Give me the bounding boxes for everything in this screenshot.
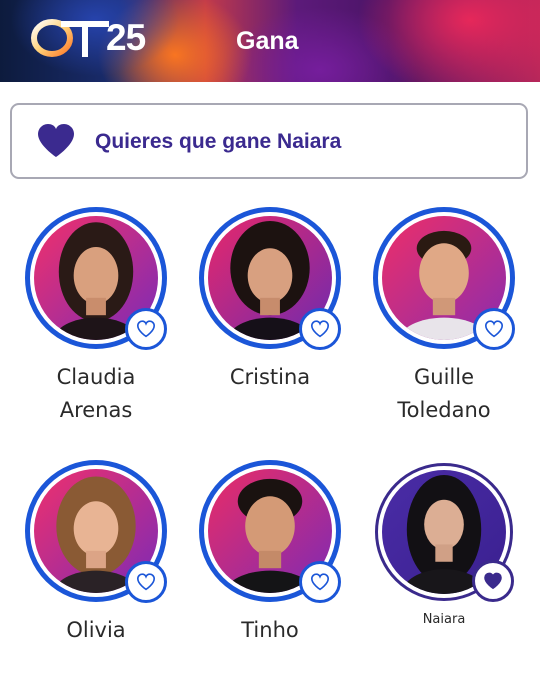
candidate-name: Claudia Arenas: [56, 365, 136, 422]
ot25-logo: 25: [30, 16, 152, 60]
page-title: Gana: [236, 27, 299, 55]
candidate-card-tinho[interactable]: Tinho: [185, 460, 355, 680]
heart-outline-icon: [310, 573, 330, 591]
candidate-card-cristina[interactable]: Cristina: [185, 207, 355, 427]
heart-outline-icon: [484, 320, 504, 338]
candidate-card-guille-toledano[interactable]: Guille Toledano: [359, 207, 529, 427]
candidate-name: Tinho: [241, 618, 299, 642]
candidate-card-naiara[interactable]: Naiara: [359, 460, 529, 680]
candidate-name: Naiara: [422, 612, 466, 627]
vote-heart-button[interactable]: [299, 308, 341, 350]
vote-heart-button[interactable]: [299, 561, 341, 603]
candidate-card-olivia[interactable]: Olivia: [11, 460, 181, 680]
candidate-card-claudia-arenas[interactable]: Claudia Arenas: [11, 207, 181, 427]
vote-heart-button[interactable]: [472, 560, 514, 602]
candidate-name: Cristina: [229, 365, 311, 389]
vote-heart-button[interactable]: [125, 561, 167, 603]
heart-outline-icon: [136, 320, 156, 338]
vote-status-banner: Quieres que gane Naiara: [10, 103, 528, 179]
candidate-name: Olivia: [66, 618, 126, 642]
app-header: 25 Gana: [0, 0, 540, 82]
heart-outline-icon: [310, 320, 330, 338]
logo-number: 25: [106, 17, 146, 58]
candidate-name: Guille Toledano: [397, 365, 491, 422]
heart-filled-icon: [484, 572, 502, 590]
heart-filled-icon: [38, 124, 74, 157]
heart-outline-icon: [136, 573, 156, 591]
vote-status-text: Quieres que gane Naiara: [95, 130, 342, 153]
vote-heart-button[interactable]: [125, 308, 167, 350]
vote-heart-button[interactable]: [473, 308, 515, 350]
